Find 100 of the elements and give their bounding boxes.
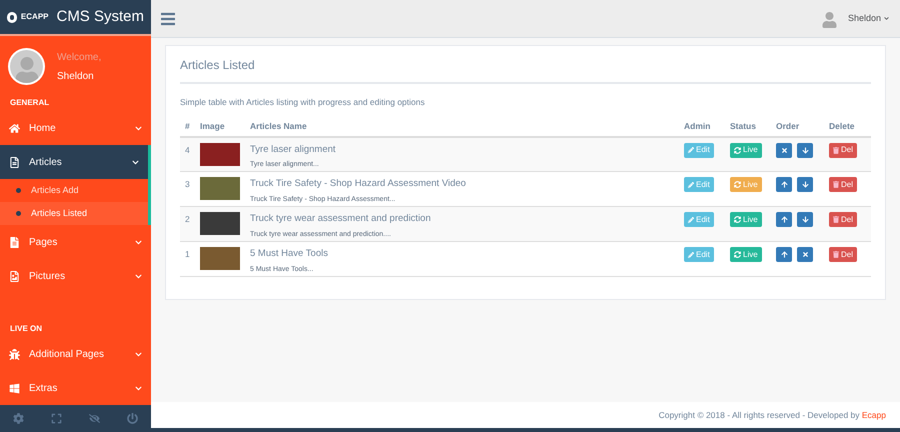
down-arrow-icon — [802, 181, 808, 188]
move-up-button[interactable] — [776, 212, 792, 228]
avatar-icon — [8, 48, 45, 86]
logo-text: ECAPP — [20, 11, 48, 24]
trash-icon — [833, 251, 839, 258]
panel-description: Simple table with Articles listing with progress and editing options — [180, 96, 426, 109]
column-header: Order — [776, 120, 800, 131]
pencil-icon — [688, 252, 694, 258]
photo-placeholder — [200, 142, 240, 166]
status-button[interactable]: Live — [730, 142, 762, 158]
trash-icon — [833, 181, 839, 188]
row-number: 2 — [185, 214, 190, 224]
edit-button[interactable]: Edit — [684, 212, 714, 228]
photo-placeholder — [200, 212, 240, 236]
app-title: CMS System — [56, 6, 144, 27]
nav-item[interactable]: Home — [0, 111, 151, 146]
trash-icon — [833, 216, 839, 224]
delete-button[interactable]: Del — [829, 142, 858, 158]
move-up-button[interactable] — [776, 177, 792, 192]
chevron-icon — [132, 158, 139, 166]
up-arrow-icon — [780, 181, 788, 188]
picture-file-icon — [9, 270, 20, 282]
chevron-icon — [135, 124, 142, 132]
row-number: 3 — [185, 179, 190, 190]
column-header: Admin — [684, 120, 710, 131]
nav-subitem[interactable]: Articles Listed — [0, 202, 151, 226]
fullscreen-icon[interactable] — [51, 413, 62, 424]
trash-icon — [833, 146, 839, 154]
nav-item[interactable]: Extras — [0, 371, 151, 406]
move-down-button[interactable] — [797, 177, 813, 192]
photo-placeholder — [200, 177, 240, 200]
delete-button[interactable]: Del — [829, 247, 858, 262]
document-icon — [9, 156, 20, 168]
pencil-icon — [688, 147, 694, 154]
chevron-icon — [135, 272, 142, 280]
remove-button[interactable] — [776, 142, 792, 158]
article-title: Truck Tire Safety - Shop Hazard Assessment Video — [250, 177, 467, 192]
column-header: Status — [730, 120, 756, 131]
photo-placeholder — [200, 247, 240, 270]
power-icon[interactable] — [126, 413, 138, 424]
user-name: Sheldon — [57, 70, 95, 84]
close-icon — [780, 146, 788, 154]
chevron-icon — [135, 384, 142, 392]
edit-button[interactable]: Edit — [684, 177, 714, 192]
article-title: Tyre laser alignment — [250, 142, 337, 157]
edit-button[interactable]: Edit — [684, 142, 714, 158]
down-arrow-icon — [802, 216, 808, 224]
delete-button[interactable]: Del — [829, 212, 858, 228]
home-icon — [9, 122, 20, 134]
developer-link[interactable]: Ecapp — [862, 410, 886, 420]
caret-icon — [884, 16, 889, 21]
status-button[interactable]: Live — [730, 212, 762, 228]
move-up-button[interactable] — [776, 247, 792, 262]
section-heading: GENERAL — [9, 97, 50, 110]
close-icon — [802, 251, 808, 258]
nav-item[interactable]: Additional Pages — [0, 337, 151, 372]
panel-title: Articles Listed — [180, 56, 871, 84]
up-arrow-icon — [780, 251, 788, 258]
column-header: Image — [200, 120, 225, 131]
refresh-icon — [734, 216, 741, 224]
column-header: Articles Name — [250, 120, 307, 131]
menu-icon[interactable] — [160, 10, 176, 26]
move-down-button[interactable] — [797, 212, 813, 228]
article-title: Truck tyre wear assessment and prediction — [250, 212, 432, 226]
move-down-button[interactable] — [797, 142, 813, 158]
up-arrow-icon — [780, 216, 788, 224]
copyright-text: Copyright © 2018 - All rights reserved - Developed by Ecapp — [658, 408, 886, 422]
edit-button[interactable]: Edit — [684, 247, 714, 262]
refresh-icon — [734, 251, 741, 258]
delete-button[interactable]: Del — [829, 177, 858, 192]
row-number: 4 — [185, 144, 190, 155]
bullet-icon — [16, 211, 21, 216]
bullet-icon — [16, 188, 21, 194]
welcome-text: Welcome, — [57, 50, 102, 65]
article-title: 5 Must Have Tools — [250, 247, 329, 262]
down-arrow-icon — [802, 146, 808, 154]
nav-item[interactable]: Pictures — [0, 259, 151, 294]
bug-icon — [9, 348, 20, 360]
chevron-icon — [135, 350, 142, 358]
pencil-icon — [688, 216, 694, 223]
nav-item[interactable]: Pages — [0, 225, 151, 260]
settings-icon[interactable] — [13, 413, 24, 424]
status-button[interactable]: Live — [730, 177, 762, 192]
user-menu[interactable]: Sheldon — [848, 12, 889, 26]
page-icon — [9, 236, 20, 248]
refresh-icon — [734, 146, 741, 154]
chevron-icon — [135, 238, 142, 246]
pencil-icon — [688, 182, 694, 188]
avatar-icon — [822, 12, 838, 28]
remove-button[interactable] — [797, 247, 813, 262]
logo-icon — [7, 12, 17, 23]
column-header: # — [185, 120, 190, 131]
section-heading: LIVE ON — [9, 323, 44, 336]
column-header: Delete — [829, 120, 855, 131]
status-button[interactable]: Live — [730, 247, 762, 262]
row-number: 1 — [185, 249, 190, 260]
eye-slash-icon[interactable] — [88, 413, 100, 424]
refresh-icon — [734, 181, 741, 188]
windows-icon — [9, 382, 20, 394]
nav-item[interactable]: Articles — [0, 145, 151, 180]
